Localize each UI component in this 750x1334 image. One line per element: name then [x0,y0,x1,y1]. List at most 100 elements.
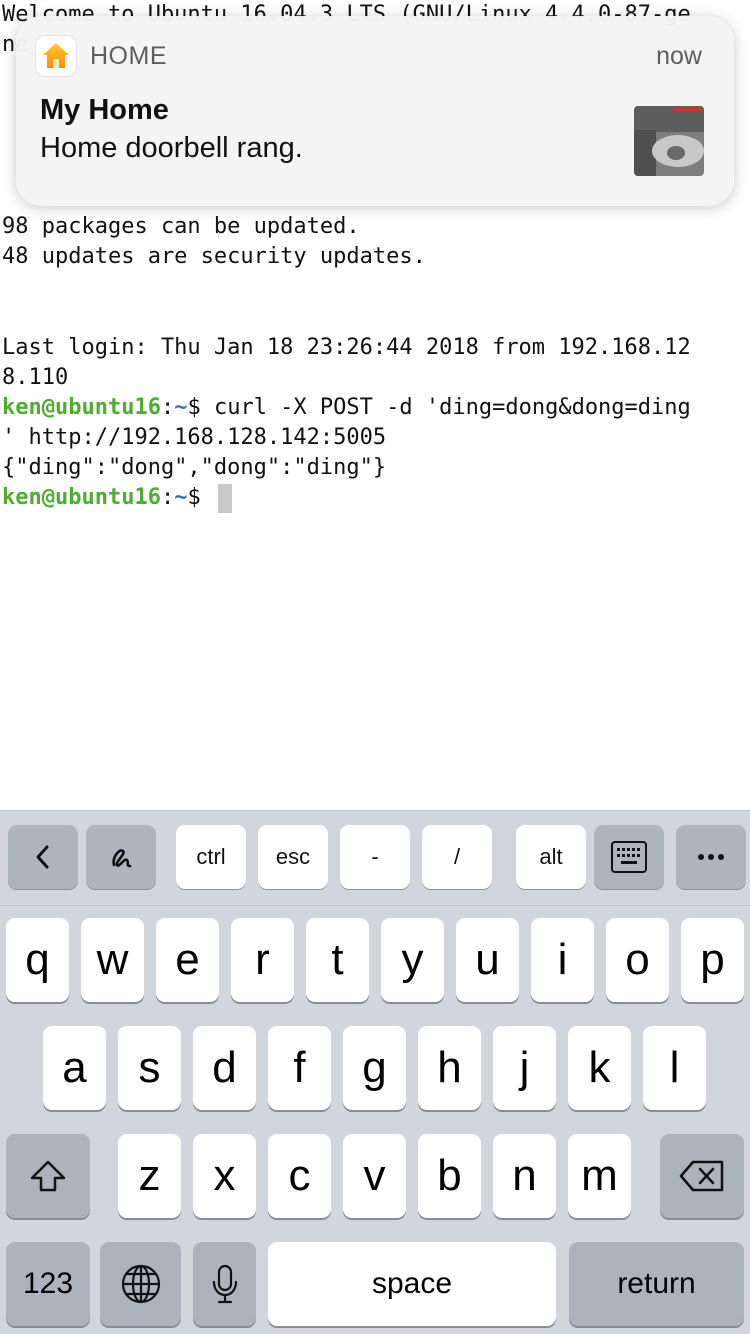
terminal-line-last-login-cont: 8.110 [2,365,69,390]
notification-title: My Home [40,94,169,126]
key-label: z [138,1151,161,1200]
key-t[interactable]: t [306,918,369,1002]
microphone-icon [212,1264,237,1304]
space-key-label: space [371,1267,453,1300]
key-o[interactable]: o [606,918,669,1002]
key-p[interactable]: p [681,918,744,1002]
key-x[interactable]: x [193,1134,256,1218]
prompt-user: ken@ubuntu16 [2,485,161,510]
dash-key-label: - [371,844,379,869]
esc-key[interactable]: esc [258,825,328,889]
keyboard-accessory-bar: ctrl esc - / alt [0,810,750,906]
key-label: d [212,1043,237,1092]
key-c[interactable]: c [268,1134,331,1218]
key-a[interactable]: a [43,1026,106,1110]
key-label: u [475,935,500,984]
notification-banner[interactable]: HOME now My Home Home doorbell rang. [16,16,734,206]
globe-key[interactable] [100,1242,181,1326]
return-key[interactable]: return [569,1242,744,1326]
key-label: g [362,1043,387,1092]
key-f[interactable]: f [268,1026,331,1110]
key-m[interactable]: m [568,1134,631,1218]
ctrl-key[interactable]: ctrl [176,825,246,889]
shift-icon [30,1160,66,1192]
key-label: a [62,1043,87,1092]
prompt-path: ~ [174,485,188,510]
command-text: curl -X POST -d 'ding=dong&dong=ding [213,395,691,420]
key-y[interactable]: y [381,918,444,1002]
terminal-line-prompt: ken@ubuntu16:~$ [2,483,232,513]
key-label: h [437,1043,462,1092]
scribble-key[interactable] [86,825,156,889]
numbers-key[interactable]: 123 [6,1242,90,1326]
dash-key[interactable]: - [340,825,410,889]
software-keyboard: ctrl esc - / alt q w e r t y u i o p a s… [0,810,750,1334]
key-r[interactable]: r [231,918,294,1002]
terminal-line-response: {"ding":"dong","dong":"ding"} [2,455,387,480]
key-label: e [175,935,200,984]
key-b[interactable]: b [418,1134,481,1218]
key-q[interactable]: q [6,918,69,1002]
shift-key[interactable] [6,1134,90,1218]
prompt-dollar: $ [187,395,214,420]
key-w[interactable]: w [81,918,144,1002]
key-label: s [138,1043,161,1092]
key-label: v [363,1151,386,1200]
ctrl-key-label: ctrl [196,844,226,869]
key-e[interactable]: e [156,918,219,1002]
alt-key[interactable]: alt [516,825,586,889]
prompt-colon: : [160,395,175,420]
backspace-icon [679,1160,724,1192]
key-z[interactable]: z [118,1134,181,1218]
key-label: m [581,1151,618,1200]
key-label: q [25,935,50,984]
slash-key-label: / [453,844,461,869]
alt-key-label: alt [539,844,563,869]
key-u[interactable]: u [456,918,519,1002]
key-label: l [669,1043,680,1092]
key-s[interactable]: s [118,1026,181,1110]
notification-time: now [656,42,702,70]
key-label: b [437,1151,462,1200]
key-l[interactable]: l [643,1026,706,1110]
prompt-user: ken@ubuntu16 [2,395,161,420]
key-h[interactable]: h [418,1026,481,1110]
dictation-key[interactable] [193,1242,256,1326]
key-label: x [213,1151,236,1200]
key-j[interactable]: j [493,1026,556,1110]
return-key-label: return [617,1267,696,1300]
key-label: c [288,1151,311,1200]
terminal-line-packages: 98 packages can be updated. [2,214,360,239]
key-d[interactable]: d [193,1026,256,1110]
prompt-path: ~ [174,395,188,420]
key-label: t [331,935,344,984]
key-v[interactable]: v [343,1134,406,1218]
key-label: o [625,935,650,984]
space-key[interactable]: space [268,1242,556,1326]
keyboard-icon [611,841,647,873]
key-label: k [588,1043,611,1092]
slash-key[interactable]: / [422,825,492,889]
key-label: r [255,935,270,984]
key-label: p [700,935,725,984]
terminal-line-command-cont: ' http://192.168.128.142:5005 [2,425,387,450]
esc-key-label: esc [275,844,311,869]
key-i[interactable]: i [531,918,594,1002]
key-label: n [512,1151,537,1200]
prompt-dollar: $ [187,485,214,510]
notification-body: Home doorbell rang. [40,132,303,164]
key-label: y [401,935,424,984]
home-app-icon [36,36,76,76]
keyboard-toggle-key[interactable] [594,825,664,889]
terminal-line-last-login: Last login: Thu Jan 18 23:26:44 2018 fro… [2,335,691,360]
ellipsis-icon [698,854,724,860]
more-key[interactable] [676,825,746,889]
key-k[interactable]: k [568,1026,631,1110]
key-g[interactable]: g [343,1026,406,1110]
notification-app-name: HOME [90,42,167,70]
scribble-icon [112,849,132,868]
arrow-left-key[interactable] [8,825,78,889]
globe-icon [121,1264,160,1304]
key-n[interactable]: n [493,1134,556,1218]
backspace-key[interactable] [660,1134,744,1218]
